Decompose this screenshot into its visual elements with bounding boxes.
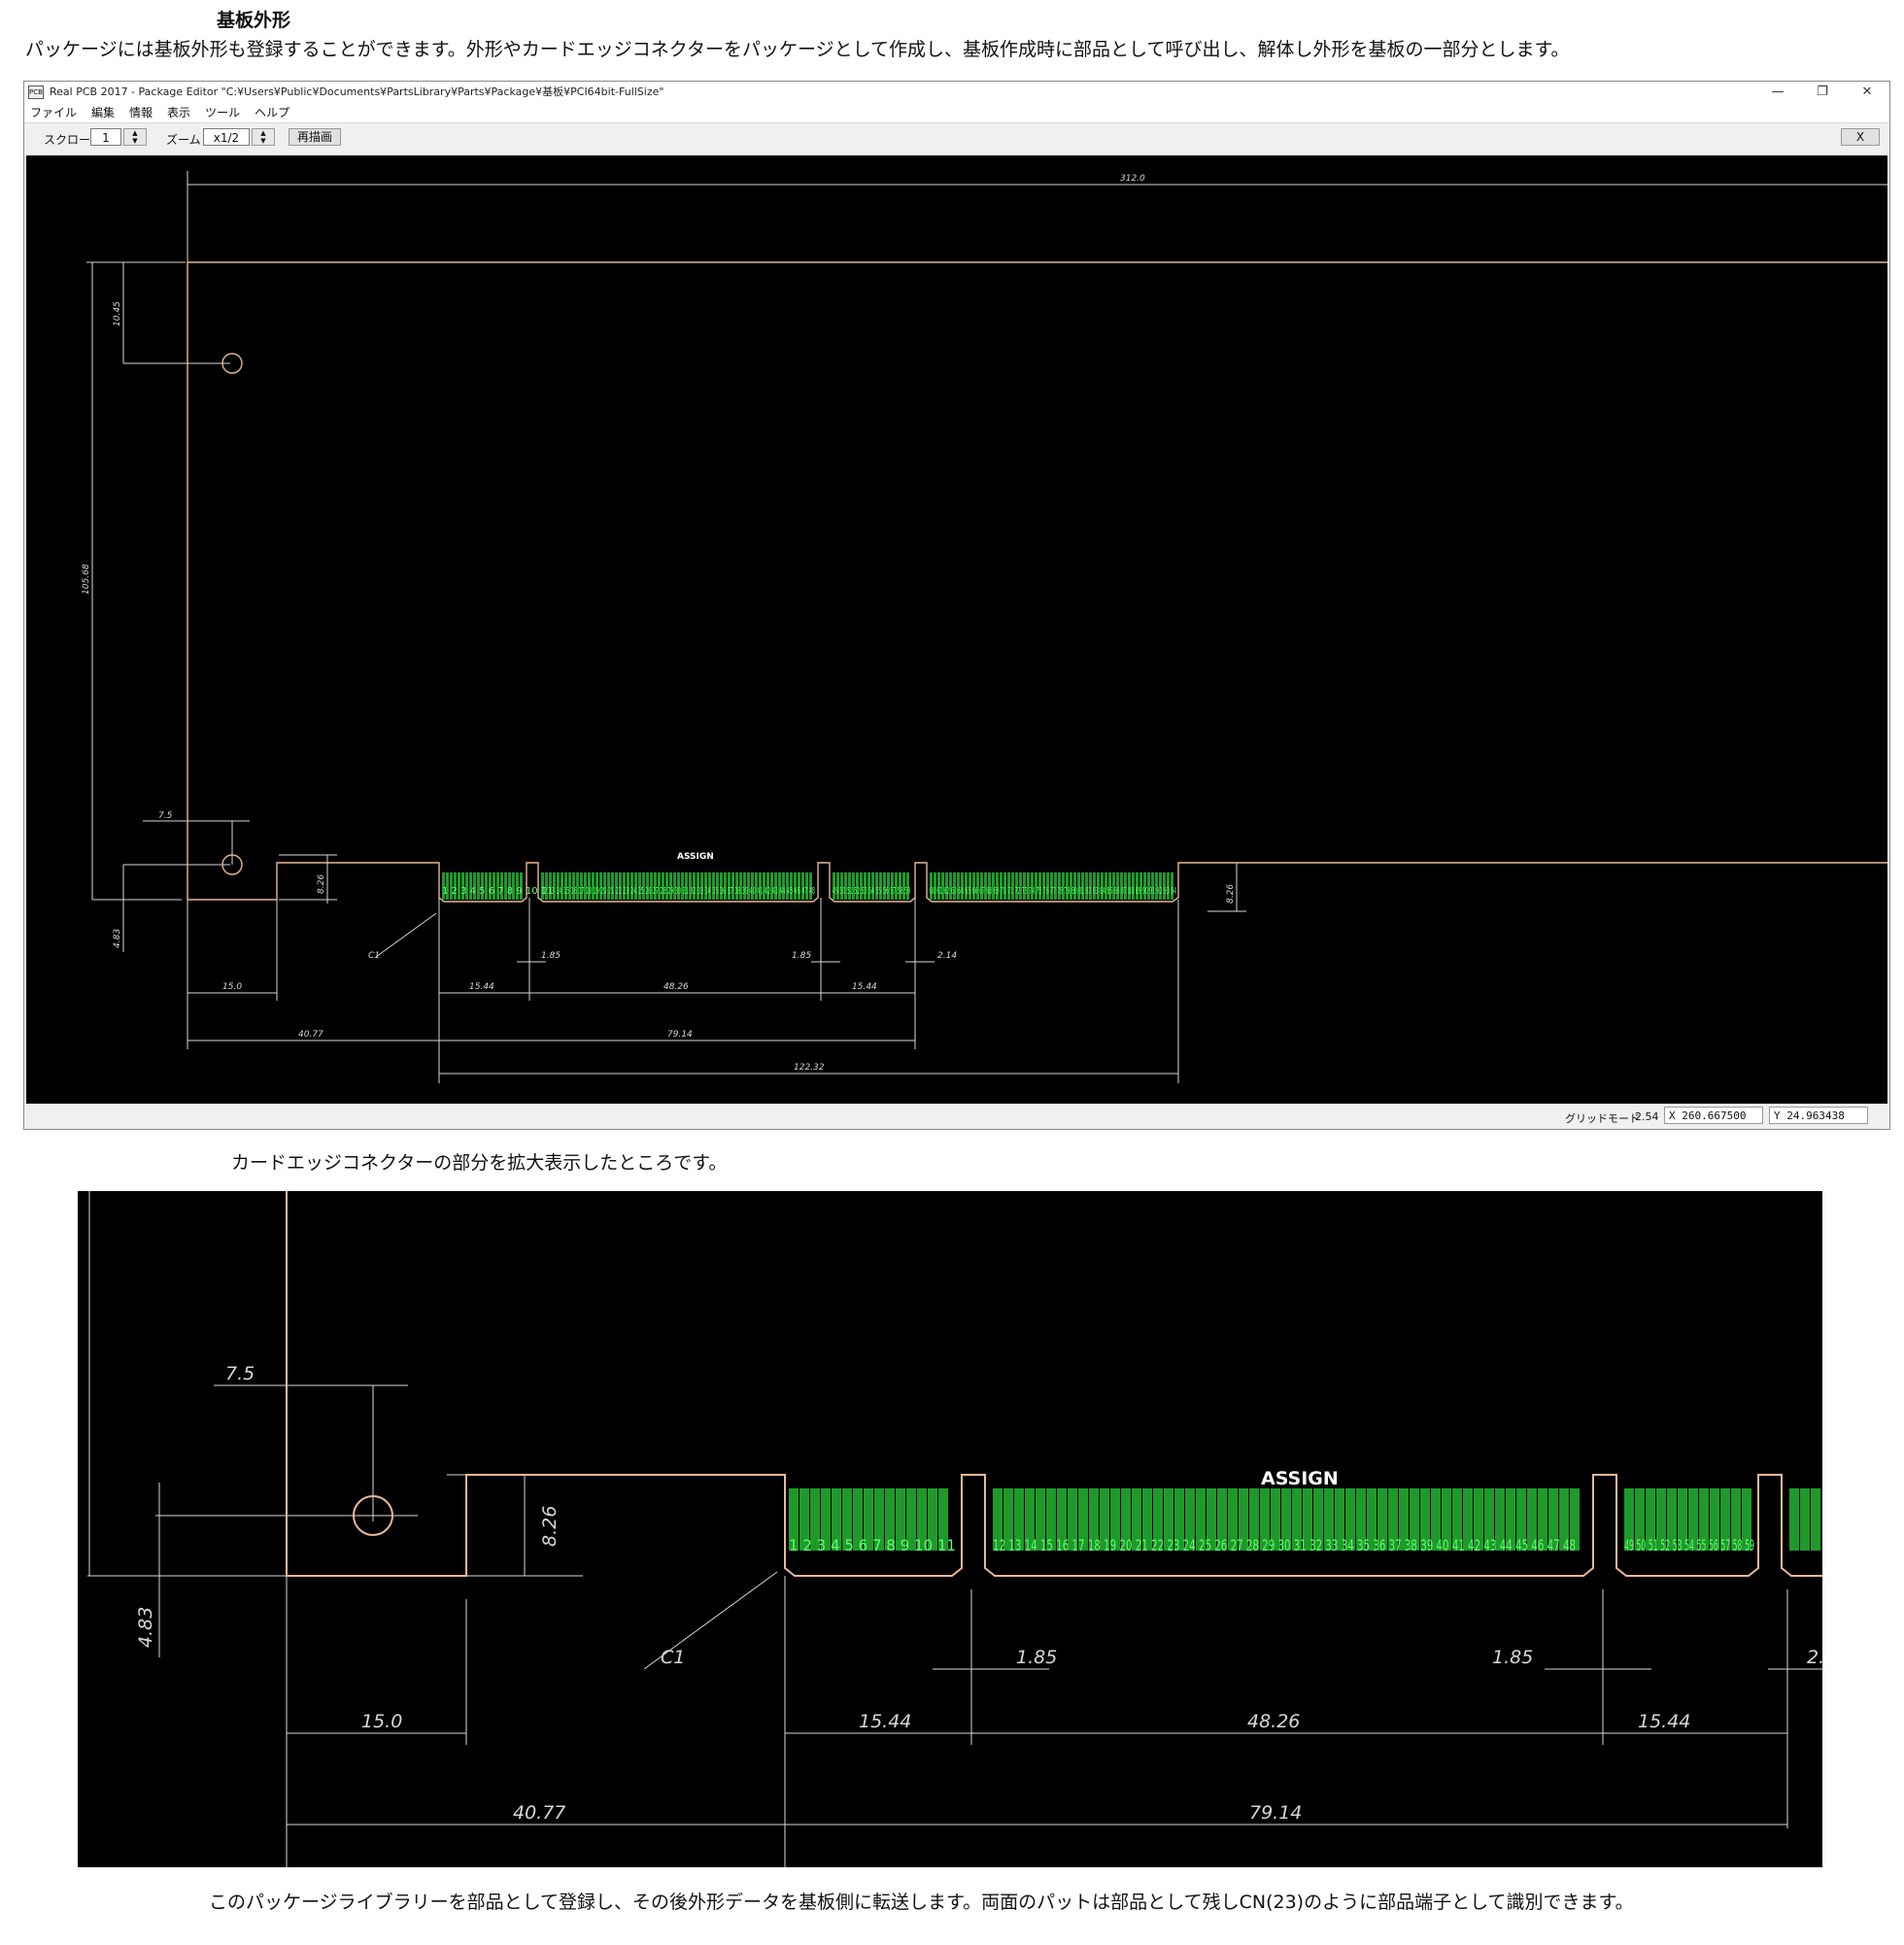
menu-tools[interactable]: ツール [199,103,249,122]
zoom-dim-key-width-c: 2.14 [1807,1647,1822,1668]
zoom-dim-seg-a: 15.44 [859,1711,911,1732]
close-icon[interactable]: ✕ [1845,82,1889,103]
zoom-label: ズーム [166,133,201,147]
zoom-dim-edge-offset: 40.77 [513,1802,565,1824]
zoom-dim-key-width-b: 1.85 [1492,1647,1533,1668]
package-editor-window: PCB Real PCB 2017 - Package Editor "C:¥U… [23,81,1890,1130]
dim-tab-offset: 15.0 [222,982,242,992]
package-canvas[interactable]: 1 2 3 4 5 6 7 8 9 10 11 12 13 14 15 16 1… [26,155,1887,1104]
restore-icon[interactable]: ❐ [1800,82,1845,103]
dim-seg-a: 15.44 [469,982,494,992]
scroll-input[interactable]: 1 [90,128,121,146]
zoom-dim-hole-x: 7.5 [225,1363,255,1384]
menu-file[interactable]: ファイル [24,103,85,122]
grid-mode-value: 2.54 [1635,1110,1659,1123]
zoom-pad-label-group1: 1 2 3 4 5 6 7 8 9 10 11 [789,1536,956,1554]
zoom-dim-seg-c: 15.44 [1638,1711,1690,1732]
zoom-dim-chamfer: C1 [661,1647,685,1668]
dim-seg-c: 15.44 [852,982,877,992]
menu-edit[interactable]: 編集 [85,103,123,122]
menu-bar: ファイル 編集 情報 表示 ツール ヘルプ [24,103,1889,122]
zoom-pad-label-group2: 12 13 14 15 16 17 18 19 20 21 22 23 24 2… [993,1536,1576,1554]
dim-tab-height: 8.26 [317,874,326,894]
pad-label-group1: 1 2 3 4 5 6 7 8 9 10 11 [442,886,554,897]
zoom-pad-label-group3: 49 50 51 52 53 54 55 56 57 58 59 [1624,1536,1754,1554]
dim-key-width-b: 1.85 [792,951,811,961]
zoom-dim-key-width-a: 1.85 [1016,1647,1057,1668]
menu-view[interactable]: 表示 [161,103,199,122]
zoom-pad [1800,1488,1810,1551]
pad-labels: 1 2 3 4 5 6 7 8 9 10 11 12 13 14 15 16 1… [442,886,1176,897]
pad-label-group4: 60 61 62 63 64 65 66 67 68 69 70 71 72 7… [930,886,1176,897]
dim-span-a: 79.14 [667,1030,693,1040]
zoom-dim-span-a: 79.14 [1249,1802,1302,1824]
pad-label-group3: 49 50 51 52 53 54 55 56 57 58 59 [833,886,910,897]
app-icon: PCB [28,85,44,99]
toolbar: スクロール 1 ▲ ▼ ズーム x1/2 ▲ ▼ 再描画 X [24,122,1889,153]
minimize-icon[interactable]: — [1755,82,1800,103]
status-bar: グリッドモード 2.54 X 260.667500 Y 24.963438 [24,1104,1889,1129]
dim-seg-b: 48.26 [663,982,689,992]
dim-tab-height-right: 8.26 [1226,884,1236,904]
dim-edge-offset: 40.77 [298,1030,323,1040]
zoom-dim-seg-b: 48.26 [1247,1711,1300,1732]
dim-span-total: 122.32 [794,1063,825,1073]
zoom-dimension-labels: ASSIGN 7.5 4.83 8.26 C1 1.85 1.85 2.14 1… [135,1363,1822,1824]
zoom-dim-hole-y: 4.83 [135,1607,156,1648]
dim-hole-y: 4.83 [113,929,122,948]
zoom-pad [1789,1488,1799,1551]
menu-info[interactable]: 情報 [123,103,161,122]
dim-key-width-c: 2.14 [937,951,957,961]
grid-mode-label: グリッドモード [1565,1112,1640,1125]
zoom-pad [1811,1488,1820,1551]
intro-text: パッケージには基板外形も登録することができます。外形やカードエッジコネクターをパ… [25,39,1570,60]
dim-height: 105.68 [82,563,91,595]
redraw-button[interactable]: 再描画 [289,128,341,146]
dim-chamfer: C1 [368,951,380,961]
panel-close-button[interactable]: X [1841,128,1880,146]
board-outline [187,261,1887,903]
zoom-input[interactable]: x1/2 [203,128,250,146]
dim-overall-width: 312.0 [1120,174,1145,184]
zoom-caption: カードエッジコネクターの部分を拡大表示したところです。 [231,1152,728,1174]
title-bar: PCB Real PCB 2017 - Package Editor "C:¥U… [24,82,1889,103]
dim-hole-x: 7.5 [158,811,173,821]
section-title: 基板外形 [217,10,291,31]
zoomed-connector-view: 1 2 3 4 5 6 7 8 9 10 11 12 13 14 15 16 1… [78,1191,1822,1867]
pad-label-group2: 12 13 14 15 16 17 18 19 20 21 22 23 24 2… [541,886,815,897]
y-coordinate-readout: Y 24.963438 [1769,1107,1868,1124]
zoom-dim-tab-height: 8.26 [539,1506,561,1547]
scroll-spinner[interactable]: ▲ ▼ [123,128,147,146]
x-coordinate-readout: X 260.667500 [1664,1107,1763,1124]
zoom-dim-tab-offset: 15.0 [361,1711,402,1732]
zoom-pad-labels: 1 2 3 4 5 6 7 8 9 10 11 12 13 14 15 16 1… [789,1536,1754,1554]
zoom-spinner[interactable]: ▲ ▼ [252,128,275,146]
zoom-assign-label: ASSIGN [1261,1468,1339,1489]
dimension-lines [86,171,1887,1083]
menu-help[interactable]: ヘルプ [249,103,298,122]
assign-label: ASSIGN [677,852,714,862]
dim-hole-offset: 10.45 [113,301,122,326]
bottom-caption: このパッケージライブラリーを部品として登録し、その後外形データを基板側に転送しま… [209,1892,1634,1913]
window-title: Real PCB 2017 - Package Editor "C:¥Users… [50,85,664,98]
dim-key-width-a: 1.85 [541,951,561,961]
dimension-labels: ASSIGN 312.0 10.45 105.68 7.5 4.83 8.26 … [82,174,1236,1073]
